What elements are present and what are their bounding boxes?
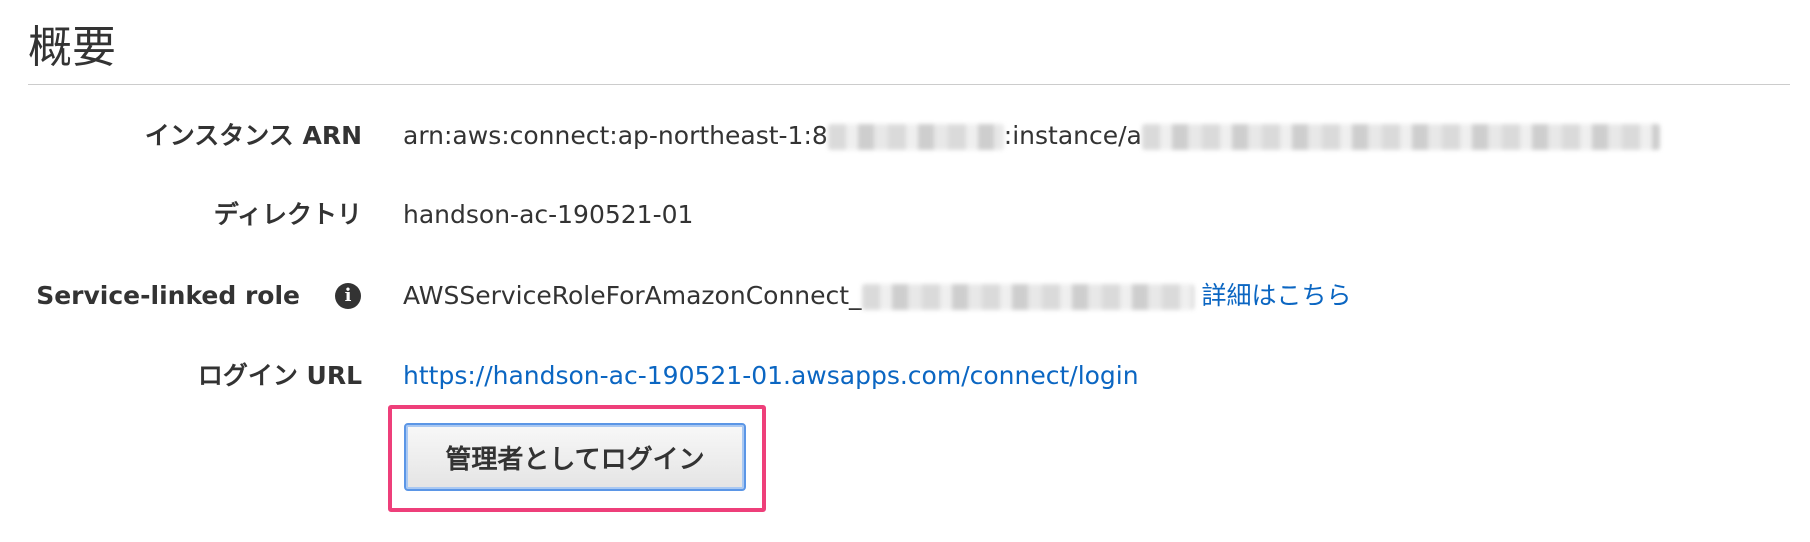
login-url-link[interactable]: https://handson-ac-190521-01.awsapps.com… <box>403 361 1139 390</box>
directory-row: ディレクトリ handson-ac-190521-01 <box>0 193 1810 237</box>
login-url-value: https://handson-ac-190521-01.awsapps.com… <box>403 354 1139 398</box>
service-linked-role-row: Service-linked role i AWSServiceRoleForA… <box>0 274 1810 318</box>
instance-arn-value: arn:aws:connect:ap-northeast-1:8 :instanc… <box>403 114 1660 158</box>
instance-arn-row: インスタンス ARN arn:aws:connect:ap-northeast-… <box>0 114 1810 158</box>
redacted-instance-id <box>1141 124 1660 150</box>
directory-label: ディレクトリ <box>213 200 362 229</box>
learn-more-link[interactable]: 詳細はこちら <box>1202 281 1352 310</box>
redacted-role-suffix <box>861 284 1194 310</box>
service-linked-role-prefix: AWSServiceRoleForAmazonConnect_ <box>403 281 862 310</box>
login-url-row: ログイン URL https://handson-ac-190521-01.aw… <box>0 354 1810 398</box>
instance-arn-middle: :instance/a <box>1003 121 1142 150</box>
login-url-label: ログイン URL <box>197 361 362 390</box>
directory-value[interactable]: handson-ac-190521-01 <box>403 193 693 237</box>
instance-arn-label: インスタンス ARN <box>144 121 362 150</box>
redacted-account-id <box>827 124 1004 150</box>
info-icon[interactable]: i <box>335 283 361 309</box>
service-linked-role-value: AWSServiceRoleForAmazonConnect_ 詳細はこちら <box>403 274 1352 318</box>
admin-login-button[interactable]: 管理者としてログイン <box>404 423 746 491</box>
page-title: 概要 <box>28 22 116 73</box>
instance-arn-prefix: arn:aws:connect:ap-northeast-1:8 <box>403 121 828 150</box>
title-divider <box>28 84 1790 85</box>
service-linked-role-label: Service-linked role <box>36 281 300 310</box>
